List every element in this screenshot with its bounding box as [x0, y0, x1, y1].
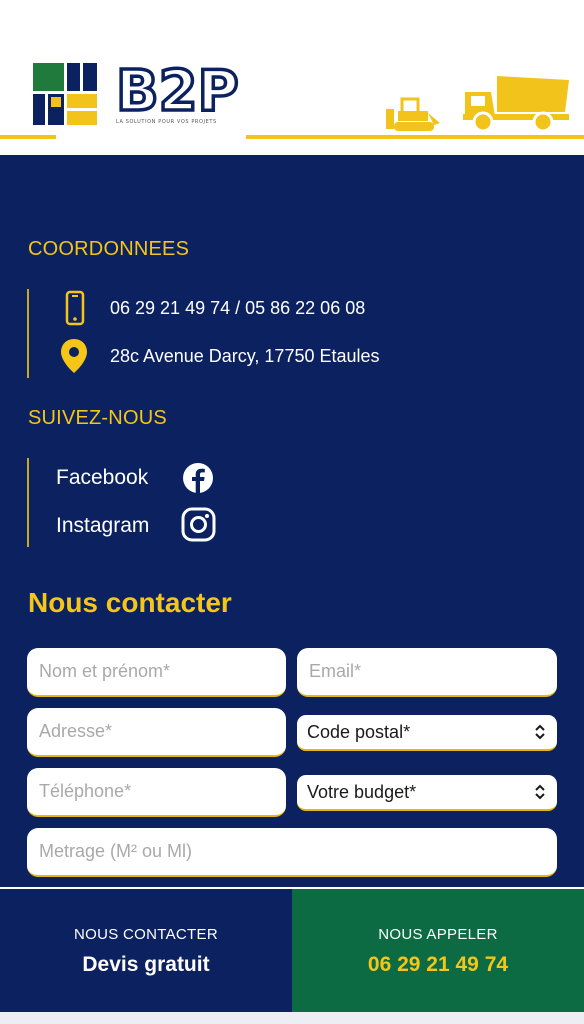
contact-cta-button[interactable]: NOUS CONTACTER Devis gratuit	[0, 887, 292, 1012]
email-input[interactable]: Email*	[297, 648, 557, 697]
select-updown-icon	[535, 724, 545, 740]
header-divider-right	[246, 135, 584, 139]
contact-phone[interactable]: 06 29 21 49 74 / 05 86 22 06 08	[110, 298, 365, 319]
site-header: B2P LA SOLUTION POUR VOS PROJETS	[0, 0, 584, 155]
postal-code-value: Code postal*	[307, 721, 411, 742]
map-pin-icon	[61, 339, 87, 373]
b2p-logo-icon[interactable]: B2P	[116, 58, 246, 128]
address-input[interactable]: Adresse*	[27, 708, 286, 757]
call-cta-button[interactable]: NOUS APPELER 06 29 21 49 74	[292, 887, 584, 1012]
instagram-link[interactable]: Instagram	[56, 514, 149, 538]
contact-form-heading: Nous contacter	[28, 587, 232, 618]
facebook-link[interactable]: Facebook	[56, 466, 148, 490]
coordonnees-title: COORDONNEES	[28, 238, 190, 260]
bottom-edge-strip	[0, 1012, 584, 1024]
suivez-nous-title: SUIVEZ-NOUS	[28, 407, 167, 429]
select-updown-icon	[535, 784, 545, 800]
instagram-icon[interactable]	[181, 507, 216, 542]
budget-select[interactable]: Votre budget*	[297, 775, 557, 811]
postal-code-select[interactable]: Code postal*	[297, 715, 557, 751]
social-accent-bar	[27, 458, 29, 547]
bulldozer-icon	[386, 97, 440, 131]
contact-address: 28c Avenue Darcy, 17750 Etaules	[110, 346, 380, 366]
contact-cta-title: Devis gratuit	[82, 953, 210, 976]
logo-mark-icon[interactable]	[33, 63, 97, 125]
call-cta-label: NOUS APPELER	[378, 926, 498, 943]
metrage-input[interactable]: Metrage (M² ou Ml)	[27, 828, 557, 877]
header-divider-left	[0, 135, 56, 139]
call-cta-number: 06 29 21 49 74	[367, 953, 509, 976]
svg-text:B2P: B2P	[116, 59, 239, 124]
budget-value: Votre budget*	[307, 781, 417, 802]
logo-tagline: LA SOLUTION POUR VOS PROJETS	[116, 119, 217, 125]
contact-cta-label: NOUS CONTACTER	[74, 926, 218, 943]
name-input[interactable]: Nom et prénom*	[27, 648, 286, 697]
phone-input[interactable]: Téléphone*	[27, 768, 286, 817]
coordonnees-accent-bar	[27, 289, 29, 378]
dump-truck-icon	[463, 76, 569, 133]
mobile-phone-icon	[65, 290, 85, 326]
facebook-icon[interactable]	[182, 462, 214, 494]
